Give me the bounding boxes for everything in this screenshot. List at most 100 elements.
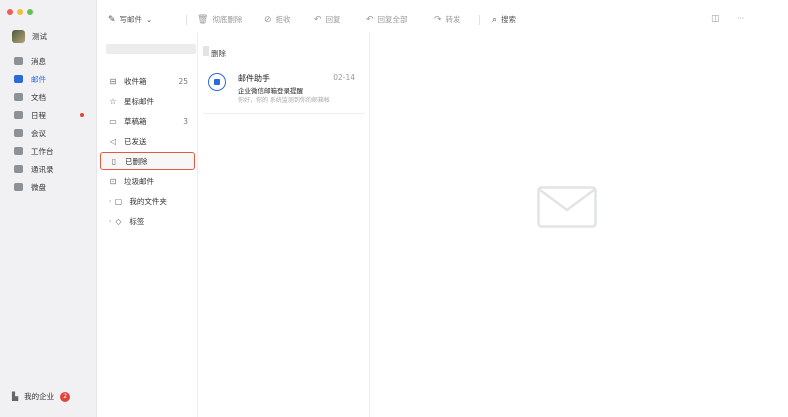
reply-all-label: 回复全部 [377,15,408,24]
block-icon: ⊘ [264,14,272,25]
window-controls [7,9,33,15]
message-list: 删除 邮件助手 02-14 企业微信邮箱登录提醒 你好，你的 系统监测到你的邮箱… [199,32,370,417]
reply-label: 回复 [325,15,341,24]
folder-item-4[interactable]: ▯ 已删除 [100,152,195,170]
folder-item-5[interactable]: ⊡ 垃圾邮件 [100,172,195,190]
mail-app: 测试 消息邮件文档日程会议工作台通讯录微盘 ▙ 我的企业 2 ✎ 写邮件 ⌄ 🗑… [0,0,788,417]
message-sender: 邮件助手 [238,74,270,83]
search-button[interactable]: ⌕ 搜索 [492,14,516,25]
reject-label: 拒收 [275,15,291,24]
unread-dot [80,113,84,117]
folder-label: 我的文件夹 [129,196,167,206]
notification-badge: 2 [60,391,71,402]
sidebar-item-1[interactable]: 邮件 [8,70,92,88]
trash-icon: 🗑︎ [197,14,209,25]
expand-caret-icon[interactable]: › [109,198,111,205]
more-icon: ··· [737,14,745,23]
left-nav: 测试 消息邮件文档日程会议工作台通讯录微盘 ▙ 我的企业 2 [0,0,97,417]
sidebar-item-label: 文档 [31,92,46,102]
list-title: 删除 [211,49,226,58]
folder-item-7[interactable]: › ◇ 标签 [100,212,195,230]
close-window-button[interactable] [7,9,13,15]
write-mail-button[interactable]: ✎ 写邮件 ⌄ [108,14,152,25]
sidebar-item-3[interactable]: 日程 [8,106,92,124]
reading-pane [371,32,788,417]
write-dropdown-icon[interactable]: ⌄ [146,15,152,24]
compose-icon: ✎ [108,14,116,25]
forward-button[interactable]: ↷ 转发 [434,14,461,25]
user-name: 测试 [32,32,47,41]
folder-item-3[interactable]: ◁ 已发送 [100,132,195,150]
message-preview: 你好，你的 系统监测到你的邮箱帐 [238,97,330,104]
user-profile[interactable]: 测试 [12,30,47,43]
folder-item-0[interactable]: ⊟ 收件箱 25 [100,72,195,90]
search-icon: ⌕ [492,14,498,25]
mail-toolbar: ✎ 写邮件 ⌄ 🗑︎ 彻底删除 ⊘ 拒收 ↶ 回复 ↶ 回复全部 ↷ 转发 ⌕ … [98,8,788,32]
my-company-entry[interactable]: ▙ 我的企业 2 [12,391,71,402]
spam-icon: ⊡ [109,176,117,186]
trash-icon: ▯ [111,156,117,166]
drive-icon [14,183,23,191]
folder-label: 收件箱 [124,76,147,86]
folder-item-2[interactable]: ▭ 草稿箱 3 [100,112,195,130]
more-button[interactable]: ··· [737,14,744,23]
meeting-icon [14,129,23,137]
toolbar-divider [186,15,187,25]
reply-all-icon: ↶ [366,14,374,25]
folder-item-6[interactable]: › ▢ 我的文件夹 [100,192,195,210]
folder-count: 25 [178,76,188,86]
workbench-icon [14,147,23,155]
search-label: 搜索 [501,15,517,24]
reject-button[interactable]: ⊘ 拒收 [264,14,291,25]
sidebar-item-label: 日程 [31,110,46,120]
mail-icon [14,75,23,83]
folder-item-1[interactable]: ☆ 星标邮件 [100,92,195,110]
account-search-field[interactable] [106,44,196,54]
message-time: 02-14 [333,73,355,82]
calendar-icon [14,111,23,119]
sidebar-item-7[interactable]: 微盘 [8,178,92,196]
sent-icon: ◁ [109,136,117,146]
sidebar-item-label: 会议 [31,128,46,138]
minimize-window-button[interactable] [17,9,23,15]
maximize-window-button[interactable] [27,9,33,15]
sidebar-item-label: 工作台 [31,146,54,156]
mail-assistant-avatar [208,73,226,91]
forward-label: 转发 [445,15,461,24]
folder-icon: ▢ [114,196,123,206]
list-header-icon [203,46,209,56]
company-icon: ▙ [12,392,19,401]
folder-label: 星标邮件 [124,96,154,106]
message-subject: 企业微信邮箱登录提醒 [238,87,303,95]
list-item[interactable]: 邮件助手 02-14 企业微信邮箱登录提醒 你好，你的 系统监测到你的邮箱帐 [203,66,365,114]
sidebar-item-0[interactable]: 消息 [8,52,92,70]
sidebar-item-4[interactable]: 会议 [8,124,92,142]
folder-label: 草稿箱 [124,116,147,126]
forward-icon: ↷ [434,14,442,25]
reply-all-button[interactable]: ↶ 回复全部 [366,14,408,25]
sidebar-item-5[interactable]: 工作台 [8,142,92,160]
expand-caret-icon[interactable]: › [109,218,111,225]
chat-icon [14,57,23,65]
empty-mail-icon [537,186,597,228]
avatar[interactable] [12,30,25,43]
toolbar-divider [479,15,480,25]
star-icon: ☆ [109,96,117,106]
contacts-icon [14,165,23,173]
reply-icon: ↶ [314,14,322,25]
folder-list: ⊟ 收件箱 25 ☆ 星标邮件 ▭ 草稿箱 3 ◁ 已发送 ▯ 已删除 ⊡ 垃圾邮件 › ▢ 我的文件夹 › ◇ 标签 [98,32,198,417]
sidebar-item-label: 微盘 [31,182,46,192]
folder-label: 垃圾邮件 [124,176,154,186]
delete-forever-button[interactable]: 🗑︎ 彻底删除 [197,14,242,25]
nav-list: 消息邮件文档日程会议工作台通讯录微盘 [8,52,92,196]
sidebar-item-2[interactable]: 文档 [8,88,92,106]
sidebar-item-label: 邮件 [31,74,46,84]
draft-icon: ▭ [109,116,117,126]
split-view-icon: ◫ [711,14,720,24]
layout-toggle-button[interactable]: ◫ [711,14,720,24]
reply-button[interactable]: ↶ 回复 [314,14,341,25]
sidebar-item-6[interactable]: 通讯录 [8,160,92,178]
delete-forever-label: 彻底删除 [212,15,243,24]
sidebar-item-label: 消息 [31,56,46,66]
my-company-label: 我的企业 [24,392,55,401]
